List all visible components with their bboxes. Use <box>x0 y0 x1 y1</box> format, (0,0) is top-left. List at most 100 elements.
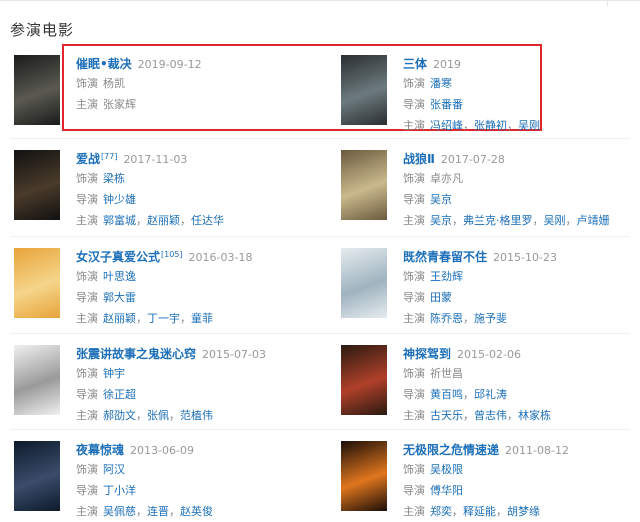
credit-person[interactable]: 冯绍峰 <box>430 119 463 132</box>
credit-person[interactable]: 连晋 <box>147 505 169 518</box>
credit-person[interactable]: 丁小洋 <box>103 484 136 497</box>
credit-person[interactable]: 邱礼涛 <box>474 388 507 401</box>
credit-person[interactable]: 郭大雷 <box>103 291 136 304</box>
movie-info: 神探驾到 2015-02-06 饰演 祈世昌 导演 黄百鸣，邱礼涛 主演 古天乐，曾志伟，林家… <box>403 345 551 426</box>
credit-person[interactable]: 胡梦缘 <box>507 505 540 518</box>
credit-person[interactable]: 任达华 <box>191 214 224 227</box>
movie-poster[interactable] <box>341 345 387 415</box>
credit-person[interactable]: 吴佩慈 <box>103 505 136 518</box>
movie-title-link[interactable]: 催眠•裁决 <box>76 57 132 71</box>
release-date: 2015-02-06 <box>457 348 521 361</box>
credit-person[interactable]: 傅华阳 <box>430 484 463 497</box>
credit-label: 饰演 <box>76 172 98 185</box>
movie-title-line: 夜幕惊魂 2013-06-09 <box>76 441 213 459</box>
movie-title-link[interactable]: 神探驾到 <box>403 347 451 361</box>
movie-poster[interactable] <box>14 248 60 318</box>
movie-poster[interactable] <box>14 345 60 415</box>
separator: ， <box>463 312 474 325</box>
credit-person[interactable]: 钟少雄 <box>103 193 136 206</box>
credit-person[interactable]: 张番番 <box>430 98 463 111</box>
separator: ， <box>463 388 474 401</box>
credit-person[interactable]: 王劲辉 <box>430 270 463 283</box>
movie-poster[interactable] <box>341 248 387 318</box>
credit-person[interactable]: 陈乔恩 <box>430 312 463 325</box>
movie-title-line: 神探驾到 2015-02-06 <box>403 345 551 363</box>
credit-person[interactable]: 张佩 <box>147 409 169 422</box>
movie-info: 三体 2019 饰演 潘寒 导演 张番番 主演 冯绍峰，张静初，吴刚 <box>403 55 540 136</box>
credit-person[interactable]: 潘寒 <box>430 77 452 90</box>
movie-poster[interactable] <box>14 150 60 220</box>
credit-person: 卓亦凡 <box>430 172 463 185</box>
credit-person[interactable]: 赵英俊 <box>180 505 213 518</box>
movie-poster[interactable] <box>341 441 387 511</box>
credit-person[interactable]: 黄百鸣 <box>430 388 463 401</box>
credit-person[interactable]: 卢靖姗 <box>577 214 610 227</box>
credit-row: 导演 钟少雄 <box>76 189 224 210</box>
credit-person[interactable]: 张静初 <box>474 119 507 132</box>
credit-person[interactable]: 吴刚 <box>544 214 566 227</box>
credit-row: 导演 丁小洋 <box>76 480 213 501</box>
movie-title-link[interactable]: 战狼Ⅱ <box>403 152 435 166</box>
credit-label: 导演 <box>403 484 425 497</box>
movie-title-link[interactable]: 夜幕惊魂 <box>76 443 124 457</box>
credit-label: 饰演 <box>76 463 98 476</box>
credit-person[interactable]: 叶思逸 <box>103 270 136 283</box>
credit-label: 主演 <box>76 505 98 518</box>
credit-person[interactable]: 释延能 <box>463 505 496 518</box>
credit-person[interactable]: 丁一宇 <box>147 312 180 325</box>
credit-person[interactable]: 施予斐 <box>474 312 507 325</box>
citation-link[interactable]: [105] <box>161 250 183 259</box>
citation-link[interactable]: [77] <box>101 152 117 161</box>
movie-poster[interactable] <box>341 150 387 220</box>
credit-person[interactable]: 钟宇 <box>103 367 125 380</box>
credit-row: 导演 郭大雷 <box>76 287 252 308</box>
movie-title-link[interactable]: 既然青春留不住 <box>403 250 487 264</box>
credit-person[interactable]: 郝劭文 <box>103 409 136 422</box>
movie-poster[interactable] <box>14 441 60 511</box>
credit-person[interactable]: 古天乐 <box>430 409 463 422</box>
release-date: 2015-07-03 <box>202 348 266 361</box>
credit-row: 饰演 梁栋 <box>76 168 224 189</box>
credit-person[interactable]: 郭富城 <box>103 214 136 227</box>
credit-person[interactable]: 林家栋 <box>518 409 551 422</box>
credit-person[interactable]: 赵丽颖 <box>147 214 180 227</box>
credit-person[interactable]: 赵丽颖 <box>103 312 136 325</box>
credit-label: 饰演 <box>403 77 425 90</box>
credit-row: 主演 冯绍峰，张静初，吴刚 <box>403 115 540 136</box>
separator: ， <box>565 214 577 227</box>
movie-poster[interactable] <box>341 55 387 125</box>
credit-person[interactable]: 吴刚 <box>518 119 540 132</box>
movie-poster[interactable] <box>14 55 60 125</box>
credit-person[interactable]: 梁栋 <box>103 172 125 185</box>
movie-info: 爱战[77] 2017-11-03 饰演 梁栋 导演 钟少雄 主演 郭富城，赵丽颖，任达华 <box>76 150 224 231</box>
credit-row: 饰演 潘寒 <box>403 73 540 94</box>
credit-label: 饰演 <box>76 270 98 283</box>
credit-row: 导演 田蒙 <box>403 287 557 308</box>
movie-title-link[interactable]: 爱战 <box>76 152 100 166</box>
movie-title-link[interactable]: 张震讲故事之鬼迷心窍 <box>76 347 196 361</box>
credit-person[interactable]: 郑奕 <box>430 505 452 518</box>
credit-label: 导演 <box>403 291 425 304</box>
credit-person[interactable]: 吴京 <box>430 214 452 227</box>
credit-person[interactable]: 徐正超 <box>103 388 136 401</box>
separator: ， <box>507 119 518 132</box>
credit-label: 主演 <box>403 312 425 325</box>
credit-row: 导演 徐正超 <box>76 384 266 405</box>
credit-person[interactable]: 曾志伟 <box>474 409 507 422</box>
credit-person[interactable]: 童菲 <box>191 312 213 325</box>
credit-person: 杨凯 <box>103 77 125 90</box>
movie-title-line: 女汉子真爱公式[105] 2016-03-18 <box>76 248 252 266</box>
credit-row: 主演 张家辉 <box>76 94 202 115</box>
credit-label: 饰演 <box>76 367 98 380</box>
credit-person[interactable]: 范植伟 <box>180 409 213 422</box>
movie-title-link[interactable]: 女汉子真爱公式 <box>76 250 160 264</box>
credit-person[interactable]: 吴极限 <box>430 463 463 476</box>
credit-person[interactable]: 吴京 <box>430 193 452 206</box>
credit-person[interactable]: 阿汉 <box>103 463 125 476</box>
separator: ， <box>169 505 180 518</box>
credit-person[interactable]: 弗兰克·格里罗 <box>463 214 533 227</box>
movie-title-link[interactable]: 三体 <box>403 57 427 71</box>
movie-title-link[interactable]: 无极限之危情速递 <box>403 443 499 457</box>
credit-person[interactable]: 田蒙 <box>430 291 452 304</box>
release-date: 2019-09-12 <box>137 58 202 71</box>
